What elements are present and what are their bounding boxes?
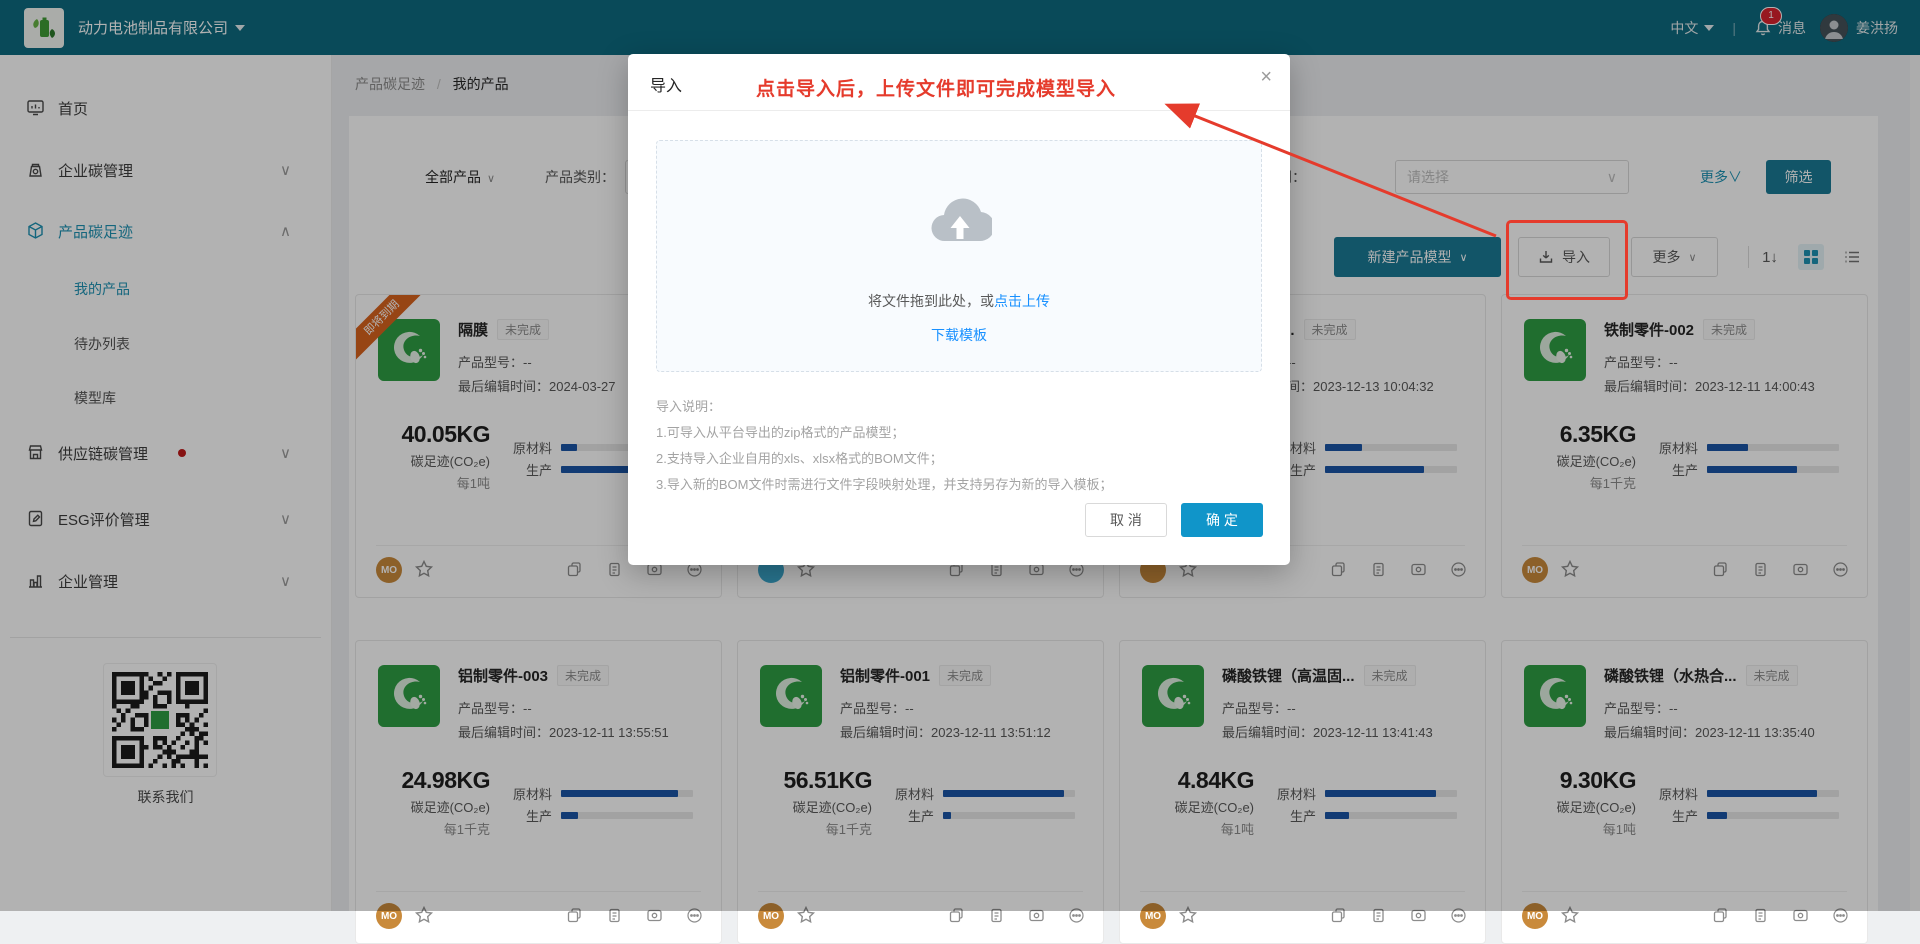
import-note-3: 3.导入新的BOM文件时需进行文件字段映射处理，并支持另存为新的导入模板； xyxy=(656,474,1112,493)
download-template-link[interactable]: 下载模板 xyxy=(657,325,1261,345)
close-icon[interactable]: × xyxy=(1260,66,1272,89)
import-notes-title: 导入说明： xyxy=(656,396,721,415)
modal-header-divider xyxy=(628,110,1290,111)
modal-title: 导入 xyxy=(650,72,682,96)
annotation-text: 点击导入后，上传文件即可完成模型导入 xyxy=(756,74,1116,101)
cancel-button[interactable]: 取 消 xyxy=(1085,503,1167,537)
import-modal: 导入 × 将文件拖到此处，或点击上传 下载模板 导入说明： 1.可导入从平台导出… xyxy=(628,54,1290,565)
dropzone-hint: 将文件拖到此处，或点击上传 xyxy=(657,291,1261,311)
upload-cloud-icon xyxy=(928,195,992,245)
import-note-1: 1.可导入从平台导出的zip格式的产品模型； xyxy=(656,422,904,441)
click-upload-link[interactable]: 点击上传 xyxy=(994,293,1050,309)
upload-dropzone[interactable]: 将文件拖到此处，或点击上传 下载模板 xyxy=(656,140,1262,372)
import-note-2: 2.支持导入企业自用的xls、xlsx格式的BOM文件； xyxy=(656,448,943,467)
annotation-highlight-box xyxy=(1506,220,1628,300)
confirm-button[interactable]: 确 定 xyxy=(1181,503,1263,537)
